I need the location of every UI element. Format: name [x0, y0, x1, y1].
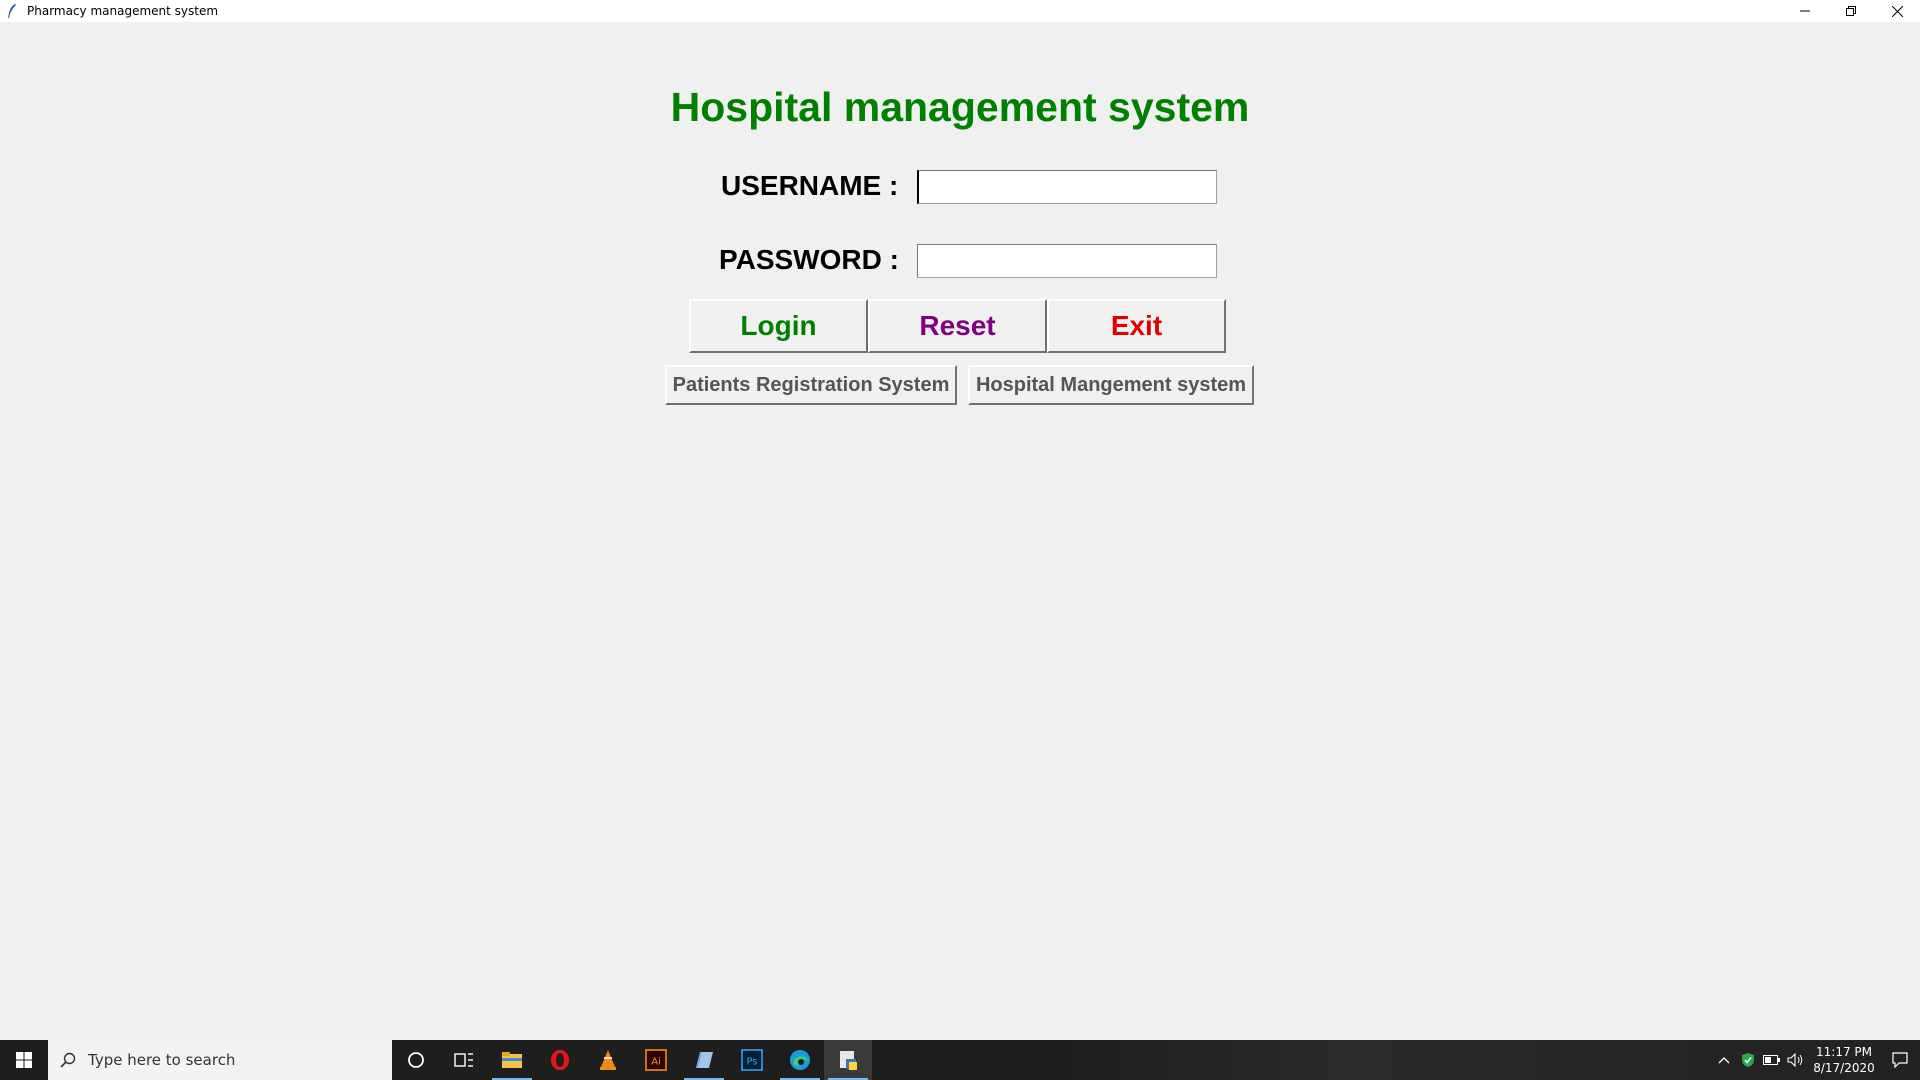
patients-registration-button[interactable]: Patients Registration System — [665, 365, 957, 405]
search-placeholder: Type here to search — [88, 1051, 236, 1069]
password-label: PASSWORD : — [719, 244, 899, 275]
notes-icon[interactable] — [680, 1040, 728, 1080]
close-icon[interactable] — [1874, 0, 1920, 22]
system-tray: 11:17 PM 8/17/2020 — [1712, 1040, 1920, 1080]
opera-icon[interactable] — [536, 1040, 584, 1080]
page-title: Hospital management system — [670, 84, 1250, 130]
edge-icon[interactable] — [776, 1040, 824, 1080]
chevron-up-icon[interactable] — [1712, 1056, 1736, 1064]
svg-text:Ai: Ai — [651, 1057, 661, 1068]
username-input[interactable] — [917, 170, 1217, 204]
defender-icon[interactable] — [1736, 1052, 1760, 1068]
restore-icon[interactable] — [1828, 0, 1874, 22]
volume-icon[interactable] — [1784, 1053, 1808, 1067]
taskbar: Type here to search Ai Ps 11:17 PM 8/17/… — [0, 1040, 1920, 1080]
battery-icon[interactable] — [1760, 1055, 1784, 1065]
taskbar-search-box[interactable]: Type here to search — [48, 1040, 392, 1080]
vlc-icon[interactable] — [584, 1040, 632, 1080]
windows-start-icon[interactable] — [0, 1040, 48, 1080]
photoshop-icon[interactable]: Ps — [728, 1040, 776, 1080]
cortana-icon[interactable] — [392, 1040, 440, 1080]
clock-date: 8/17/2020 — [1813, 1061, 1875, 1075]
clock-time: 11:17 PM — [1816, 1045, 1872, 1059]
search-icon — [60, 1052, 76, 1068]
svg-text:Ps: Ps — [746, 1057, 757, 1068]
file-explorer-icon[interactable] — [488, 1040, 536, 1080]
hospital-management-button[interactable]: Hospital Mangement system — [968, 365, 1254, 405]
username-label: USERNAME : — [721, 170, 899, 201]
task-view-icon[interactable] — [440, 1040, 488, 1080]
illustrator-icon[interactable]: Ai — [632, 1040, 680, 1080]
minimize-icon[interactable] — [1782, 0, 1828, 22]
reset-button[interactable]: Reset — [868, 299, 1047, 353]
action-center-icon[interactable] — [1880, 1052, 1920, 1068]
password-input[interactable] — [917, 244, 1217, 278]
window-titlebar[interactable]: Pharmacy management system — [0, 0, 1920, 22]
exit-button[interactable]: Exit — [1047, 299, 1226, 353]
feather-icon — [5, 4, 19, 18]
login-button[interactable]: Login — [689, 299, 868, 353]
python-app-icon[interactable] — [824, 1040, 872, 1080]
taskbar-clock[interactable]: 11:17 PM 8/17/2020 — [1808, 1044, 1880, 1076]
login-window-body: Hospital management system USERNAME : PA… — [0, 22, 1920, 1040]
window-title: Pharmacy management system — [27, 4, 219, 18]
